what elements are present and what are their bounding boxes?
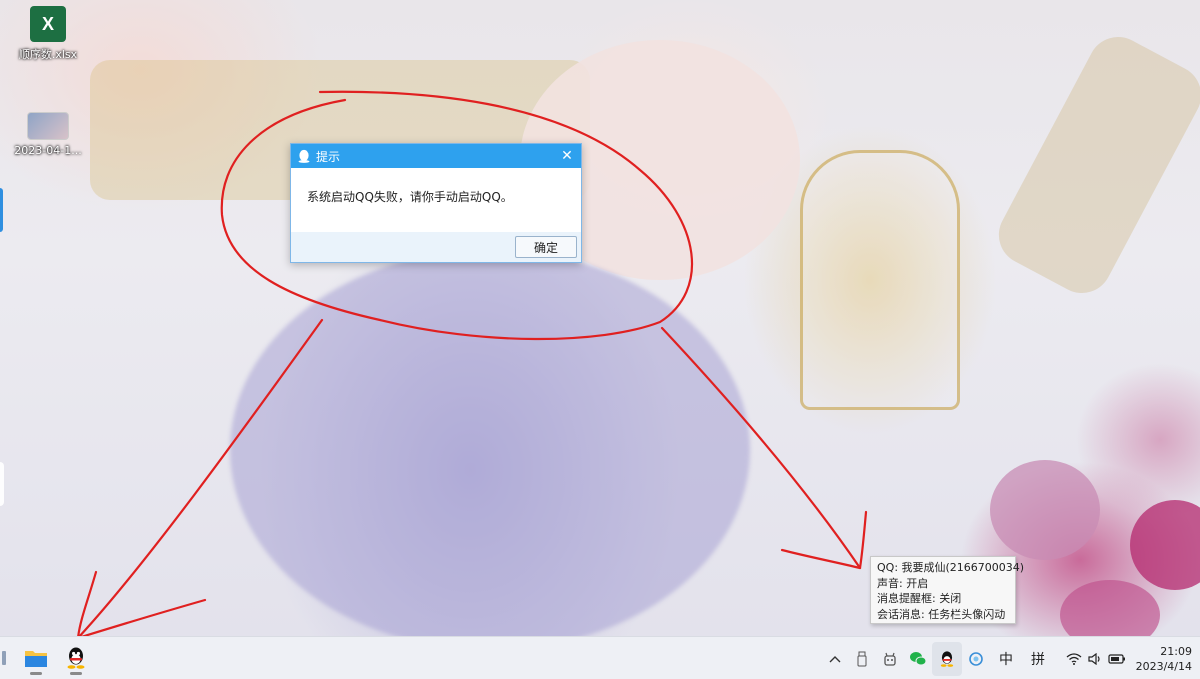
app-icon xyxy=(2,651,6,665)
tooltip-line-notice: 消息提醒框: 关闭 xyxy=(877,592,962,605)
wifi-icon xyxy=(1066,652,1082,665)
qq-tray-tooltip: QQ: 我要成仙(2166700034) 声音: 开启 消息提醒框: 关闭 会话… xyxy=(870,556,1025,624)
tray-cloud[interactable] xyxy=(962,642,990,676)
image-file-icon xyxy=(27,112,69,140)
clock-time: 21:09 xyxy=(1160,644,1192,658)
wallpaper-flower xyxy=(1060,580,1160,636)
edge-icon-label: 器 xyxy=(0,232,6,252)
tray-app-bot[interactable] xyxy=(876,642,904,676)
dialog-title: 提示 xyxy=(316,149,341,164)
taskbar-app-file-explorer[interactable] xyxy=(16,639,56,677)
ime-language-toggle[interactable]: 中 xyxy=(990,642,1022,676)
wallpaper-flower xyxy=(990,460,1100,560)
desktop-wallpaper: X 顺序数.xlsx 2023-04-1... 器 修 xyxy=(0,0,1200,636)
tooltip-line-account: QQ: 我要成仙(2166700034) xyxy=(877,561,1025,574)
qq-icon xyxy=(940,650,954,667)
volume-icon xyxy=(1088,652,1100,665)
robot-icon xyxy=(884,652,896,666)
wallpaper-birdcage xyxy=(800,150,960,410)
dialog-message: 系统启动QQ失败，请你手动启动QQ。 xyxy=(307,190,513,204)
wechat-icon xyxy=(910,651,927,665)
dialog-footer: 确定 xyxy=(291,232,581,262)
quick-settings-button[interactable] xyxy=(1064,642,1128,676)
ok-button[interactable]: 确定 xyxy=(515,236,577,258)
tooltip-line-sound: 声音: 开启 xyxy=(877,576,929,590)
tray-qq[interactable] xyxy=(932,641,962,676)
wallpaper-flower xyxy=(1130,500,1200,590)
desktop-icon-image[interactable]: 2023-04-1... xyxy=(8,112,88,157)
cloud-sync-icon xyxy=(969,651,983,666)
chevron-up-icon xyxy=(829,655,841,662)
edge-icon-label: 修 xyxy=(0,322,6,342)
desktop-icon-xlsx[interactable]: X 顺序数.xlsx xyxy=(8,6,88,62)
taskbar: 中 拼 21:09 2023/4/14 xyxy=(0,636,1200,679)
excel-icon: X xyxy=(30,6,66,42)
qq-penguin-icon xyxy=(298,149,310,163)
tooltip-line-chat: 会话消息: 任务栏头像闪动 xyxy=(877,607,1006,621)
wallpaper-branch xyxy=(988,26,1200,304)
edge-icon-stub[interactable] xyxy=(0,188,3,232)
dialog-title-bar[interactable]: 提示 ✕ xyxy=(291,144,581,168)
tray-wechat[interactable] xyxy=(904,642,932,676)
file-explorer-icon xyxy=(25,651,47,667)
taskbar-app-qq[interactable] xyxy=(56,639,96,677)
edge-icon-stub[interactable] xyxy=(0,462,4,506)
desktop-icon-label: 顺序数.xlsx xyxy=(18,48,78,61)
system-tray: 中 拼 21:09 2023/4/14 xyxy=(822,637,1200,679)
clock-date: 2023/4/14 xyxy=(1135,659,1192,673)
wallpaper-dress xyxy=(230,250,750,636)
taskbar-edge-app[interactable] xyxy=(0,639,8,677)
qq-error-dialog: 提示 ✕ 系统启动QQ失败，请你手动启动QQ。 确定 xyxy=(290,143,582,263)
desktop-icon-label: 2023-04-1... xyxy=(14,144,82,157)
usb-drive-icon xyxy=(857,651,867,666)
ime-mode-toggle[interactable]: 拼 xyxy=(1022,642,1054,676)
qq-icon xyxy=(67,647,85,669)
show-hidden-icons-button[interactable] xyxy=(822,642,848,676)
close-icon[interactable]: ✕ xyxy=(559,148,575,164)
battery-icon xyxy=(1108,653,1125,664)
clock[interactable]: 21:09 2023/4/14 xyxy=(1128,642,1200,676)
tray-usb[interactable] xyxy=(848,642,876,676)
